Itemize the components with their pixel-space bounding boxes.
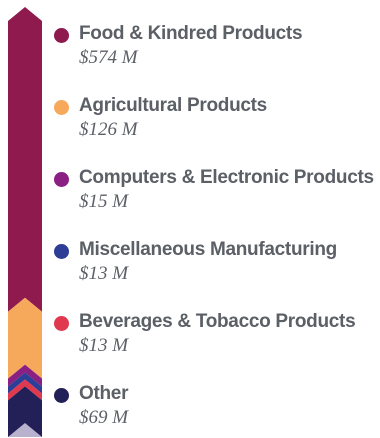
- legend-label: Miscellaneous Manufacturing: [79, 239, 337, 260]
- legend-label: Other: [79, 383, 129, 404]
- legend-dot: [54, 28, 69, 43]
- chart-root: Food & Kindred Products $574 M Agricultura…: [0, 0, 380, 438]
- legend-value: $13 M: [79, 335, 129, 356]
- legend-label: Beverages & Tobacco Products: [79, 311, 356, 332]
- stacked-bar: [8, 7, 42, 437]
- legend-dot: [54, 172, 69, 187]
- legend-label: Computers & Electronic Products: [79, 167, 374, 188]
- legend-value: $126 M: [79, 119, 138, 140]
- legend-dot: [54, 388, 69, 403]
- legend-dot: [54, 100, 69, 115]
- legend-value: $69 M: [79, 407, 129, 428]
- legend-dot: [54, 244, 69, 259]
- legend-value: $13 M: [79, 263, 129, 284]
- legend-value: $574 M: [79, 47, 138, 68]
- legend-label: Agricultural Products: [79, 95, 267, 116]
- legend-label: Food & Kindred Products: [79, 23, 303, 44]
- bar-segment-1: [8, 7, 42, 312]
- legend-dot: [54, 316, 69, 331]
- legend-value: $15 M: [79, 191, 129, 212]
